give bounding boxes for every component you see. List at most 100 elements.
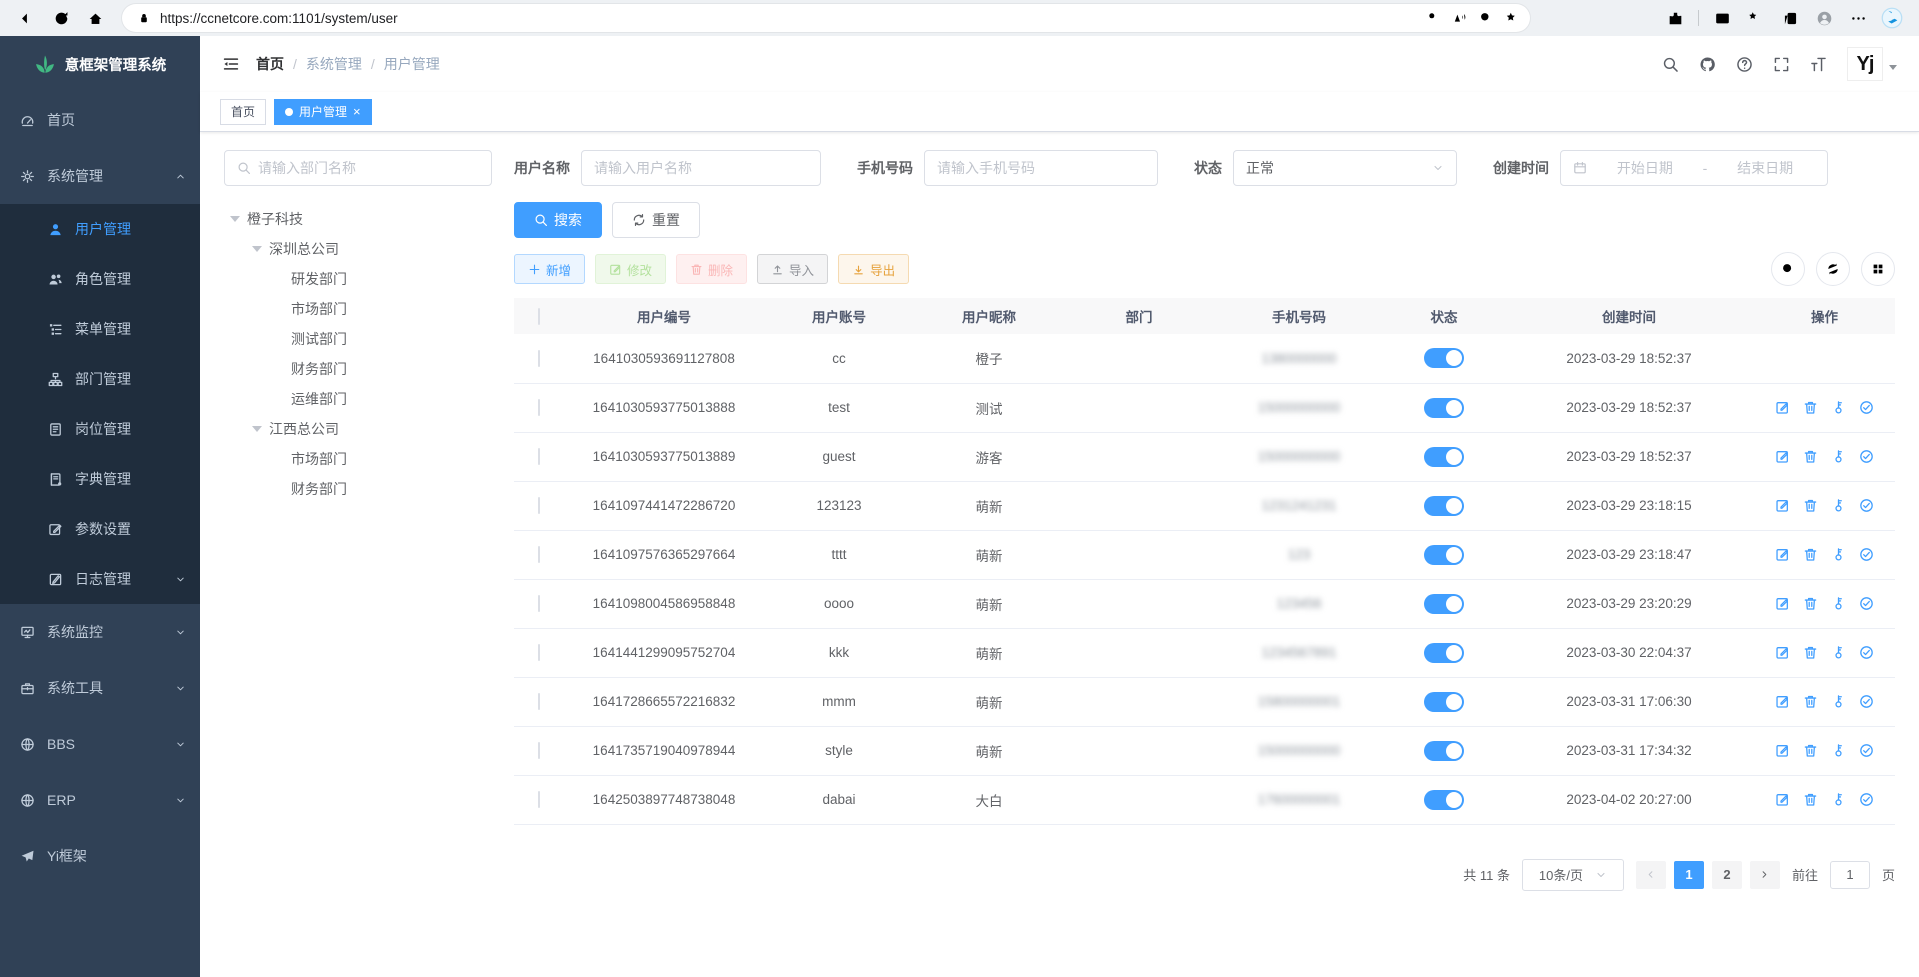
assign-role-icon[interactable] xyxy=(1859,596,1874,611)
next-page-button[interactable] xyxy=(1750,861,1780,889)
tab-首页[interactable]: 首页 xyxy=(220,99,266,125)
tree-node-测试部门[interactable]: 测试部门 xyxy=(224,324,492,354)
prev-page-button[interactable] xyxy=(1636,861,1666,889)
edit-row-icon[interactable] xyxy=(1775,596,1790,611)
tab-用户管理[interactable]: 用户管理× xyxy=(274,99,372,125)
lock-icon[interactable] xyxy=(132,4,156,32)
search-icon[interactable] xyxy=(1662,56,1679,73)
status-toggle[interactable] xyxy=(1424,643,1464,663)
column-settings-button[interactable] xyxy=(1861,252,1895,286)
sidebar-item-字典管理[interactable]: 字典管理 xyxy=(0,454,200,504)
breadcrumb-item[interactable]: 用户管理 xyxy=(384,54,440,74)
user-avatar[interactable]: Yj xyxy=(1847,47,1897,81)
more-menu-icon[interactable] xyxy=(1843,4,1873,32)
sidebar-item-系统监控[interactable]: 系统监控 xyxy=(0,604,200,660)
reset-button[interactable]: 重置 xyxy=(612,202,700,238)
sidebar-item-角色管理[interactable]: 角色管理 xyxy=(0,254,200,304)
tree-node-江西总公司[interactable]: 江西总公司 xyxy=(224,414,492,444)
row-checkbox[interactable] xyxy=(538,742,540,759)
date-range-picker[interactable]: 开始日期 - 结束日期 xyxy=(1560,150,1828,186)
export-button[interactable]: 导出 xyxy=(838,254,909,284)
sidebar-item-部门管理[interactable]: 部门管理 xyxy=(0,354,200,404)
search-button[interactable]: 搜索 xyxy=(514,202,602,238)
edit-row-icon[interactable] xyxy=(1775,498,1790,513)
reset-password-icon[interactable] xyxy=(1831,792,1846,807)
assign-role-icon[interactable] xyxy=(1859,449,1874,464)
sidebar-item-日志管理[interactable]: 日志管理 xyxy=(0,554,200,604)
refresh-table-button[interactable] xyxy=(1816,252,1850,286)
breadcrumb-item[interactable]: 首页 xyxy=(256,54,284,74)
github-icon[interactable] xyxy=(1699,56,1716,73)
row-checkbox[interactable] xyxy=(538,693,540,710)
extensions-icon[interactable] xyxy=(1660,4,1690,32)
edit-row-icon[interactable] xyxy=(1775,449,1790,464)
home-icon[interactable] xyxy=(80,4,110,32)
expand-caret-icon[interactable] xyxy=(252,246,262,252)
row-checkbox[interactable] xyxy=(538,644,540,661)
page-button-1[interactable]: 1 xyxy=(1674,861,1704,889)
dept-search-input[interactable]: 请输入部门名称 xyxy=(224,150,492,186)
status-toggle[interactable] xyxy=(1424,692,1464,712)
font-size-icon[interactable] xyxy=(1810,56,1827,73)
assign-role-icon[interactable] xyxy=(1859,547,1874,562)
sidebar-item-参数设置[interactable]: 参数设置 xyxy=(0,504,200,554)
assign-role-icon[interactable] xyxy=(1859,694,1874,709)
tree-node-市场部门[interactable]: 市场部门 xyxy=(224,294,492,324)
assign-role-icon[interactable] xyxy=(1859,498,1874,513)
add-button[interactable]: 新增 xyxy=(514,254,585,284)
key-icon[interactable] xyxy=(1422,4,1446,32)
collapse-sidebar-icon[interactable] xyxy=(222,55,240,73)
expand-caret-icon[interactable] xyxy=(230,216,240,222)
status-toggle[interactable] xyxy=(1424,545,1464,565)
delete-row-icon[interactable] xyxy=(1803,547,1818,562)
reset-password-icon[interactable] xyxy=(1831,547,1846,562)
tree-node-财务部门[interactable]: 财务部门 xyxy=(224,474,492,504)
edit-row-icon[interactable] xyxy=(1775,547,1790,562)
status-toggle[interactable] xyxy=(1424,348,1464,368)
reset-password-icon[interactable] xyxy=(1831,449,1846,464)
tree-node-财务部门[interactable]: 财务部门 xyxy=(224,354,492,384)
edit-row-icon[interactable] xyxy=(1775,645,1790,660)
edit-row-icon[interactable] xyxy=(1775,743,1790,758)
page-button-2[interactable]: 2 xyxy=(1712,861,1742,889)
row-checkbox[interactable] xyxy=(538,497,540,514)
reload-icon[interactable] xyxy=(46,4,76,32)
reset-password-icon[interactable] xyxy=(1831,694,1846,709)
favorite-add-icon[interactable] xyxy=(1500,4,1524,32)
reset-password-icon[interactable] xyxy=(1831,400,1846,415)
row-checkbox[interactable] xyxy=(538,791,540,808)
sidebar-item-ERP[interactable]: ERP xyxy=(0,772,200,828)
sidebar-item-首页[interactable]: 首页 xyxy=(0,92,200,148)
import-button[interactable]: 导入 xyxy=(757,254,828,284)
read-aloud-icon[interactable] xyxy=(1448,4,1472,32)
row-checkbox[interactable] xyxy=(538,595,540,612)
page-size-select[interactable]: 10条/页 xyxy=(1522,859,1624,891)
status-toggle[interactable] xyxy=(1424,790,1464,810)
back-icon[interactable] xyxy=(12,4,42,32)
assign-role-icon[interactable] xyxy=(1859,743,1874,758)
delete-row-icon[interactable] xyxy=(1803,400,1818,415)
close-icon[interactable]: × xyxy=(353,105,361,118)
edit-row-icon[interactable] xyxy=(1775,400,1790,415)
assign-role-icon[interactable] xyxy=(1859,400,1874,415)
zoom-out-icon[interactable] xyxy=(1474,4,1498,32)
delete-button[interactable]: 删除 xyxy=(676,254,747,284)
tab-actions-icon[interactable] xyxy=(1775,4,1805,32)
status-toggle[interactable] xyxy=(1424,447,1464,467)
status-toggle[interactable] xyxy=(1424,496,1464,516)
phone-input[interactable]: 请输入手机号码 xyxy=(924,150,1158,186)
modify-button[interactable]: 修改 xyxy=(595,254,666,284)
sidebar-item-菜单管理[interactable]: 菜单管理 xyxy=(0,304,200,354)
collections-icon[interactable] xyxy=(1741,4,1771,32)
fullscreen-icon[interactable] xyxy=(1773,56,1790,73)
username-input[interactable]: 请输入用户名称 xyxy=(581,150,821,186)
tree-node-研发部门[interactable]: 研发部门 xyxy=(224,264,492,294)
copilot-icon[interactable] xyxy=(1877,4,1907,32)
edit-row-icon[interactable] xyxy=(1775,694,1790,709)
tree-node-深圳总公司[interactable]: 深圳总公司 xyxy=(224,234,492,264)
reset-password-icon[interactable] xyxy=(1831,498,1846,513)
row-checkbox[interactable] xyxy=(538,546,540,563)
show-search-button[interactable] xyxy=(1771,252,1805,286)
assign-role-icon[interactable] xyxy=(1859,792,1874,807)
delete-row-icon[interactable] xyxy=(1803,694,1818,709)
